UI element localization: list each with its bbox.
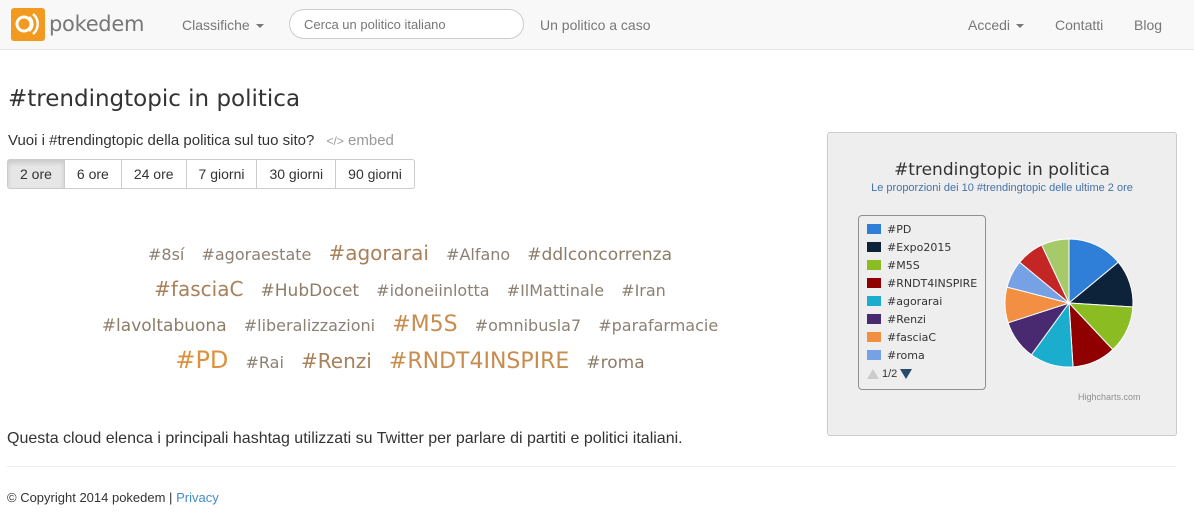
hashtag-link[interactable]: #agoraestate [201, 245, 311, 264]
random-politician-link[interactable]: Un politico a caso [540, 0, 651, 50]
time-filter-group: 2 ore 6 ore 24 ore 7 giorni 30 giorni 90 gior… [7, 159, 415, 189]
hashtag-link[interactable]: #Rai [246, 353, 284, 372]
legend-label: #agorarai [887, 294, 943, 308]
search-input[interactable] [289, 9, 524, 39]
legend-item[interactable]: #Renzi [867, 312, 926, 326]
page-title: #trendingtopic in politica [8, 86, 301, 112]
blog-link[interactable]: Blog [1134, 0, 1162, 50]
legend-label: #RNDT4INSPIRE [887, 276, 978, 290]
hashtag-link[interactable]: #Renzi [301, 349, 372, 373]
hashtag-link[interactable]: #ddlconcorrenza [527, 245, 672, 265]
accedi-label: Accedi [968, 17, 1011, 33]
hashtag-link[interactable]: #8sí [148, 245, 184, 264]
hashtag-link[interactable]: #M5S [392, 312, 457, 337]
embed-label: embed [348, 132, 394, 149]
legend-item[interactable]: #PD [867, 222, 911, 236]
legend-prev-icon[interactable] [867, 369, 879, 379]
legend-label: #fasciaC [887, 330, 937, 344]
hashtag-link[interactable]: #Iran [621, 281, 666, 300]
legend-label: #PD [887, 222, 912, 236]
hashtag-link[interactable]: #Alfano [446, 245, 510, 264]
code-icon: </> [326, 134, 344, 148]
tag-cloud: #8sí #agoraestate #agorarai #Alfano #ddl… [60, 236, 760, 380]
time-filter-button[interactable]: 90 giorni [335, 159, 415, 189]
legend-swatch [867, 278, 881, 288]
hashtag-link[interactable]: #liberalizzazioni [244, 316, 375, 335]
legend-swatch [867, 242, 881, 252]
hashtag-link[interactable]: #PD [175, 346, 228, 374]
brand-name: pokedem [49, 12, 145, 36]
accedi-dropdown[interactable]: Accedi [968, 0, 1025, 50]
embed-line: Vuoi i #trendingtopic della politica sul… [8, 132, 394, 149]
caret-down-icon [1016, 24, 1025, 29]
legend-swatch [867, 350, 881, 360]
legend-item[interactable]: #M5S [867, 258, 920, 272]
chart-subtitle: Le proporzioni dei 10 #trendingtopic del… [871, 182, 1133, 194]
navbar: pokedem Classifiche Un politico a caso A… [0, 0, 1194, 50]
hashtag-link[interactable]: #IlMattinale [507, 281, 604, 300]
embed-prompt: Vuoi i #trendingtopic della politica sul… [8, 132, 315, 149]
tag-cloud-row: #8sí #agoraestate #agorarai #Alfano #ddl… [60, 236, 760, 272]
footer: © Copyright 2014 pokedem | Privacy [7, 490, 219, 505]
caret-down-icon [255, 24, 264, 29]
tag-cloud-row: #lavoltabuona #liberalizzazioni #M5S #om… [60, 308, 760, 343]
legend-swatch [867, 314, 881, 324]
hashtag-link[interactable]: #fasciaC [154, 277, 243, 301]
time-filter-button[interactable]: 24 ore [120, 159, 187, 189]
time-filter-button[interactable]: 2 ore [7, 159, 65, 189]
legend-item[interactable]: #agorarai [867, 294, 942, 308]
legend-page: 1/2 [882, 368, 898, 380]
hashtag-link[interactable]: #RNDT4INSPIRE [389, 349, 569, 374]
legend-swatch [867, 296, 881, 306]
hashtag-link[interactable]: #omnibusla7 [475, 316, 581, 335]
legend-swatch [867, 224, 881, 234]
legend-pager: 1/2 [867, 368, 913, 380]
legend-swatch [867, 260, 881, 270]
hashtag-link[interactable]: #HubDocet [261, 281, 360, 301]
chart-legend: 1/2 #PD #Expo2015 #M5S #RNDT4INSPIRE #agorar… [858, 215, 986, 390]
tag-cloud-row: #fasciaC #HubDocet #idoneiinlotta #IlMat… [60, 272, 760, 308]
hashtag-link[interactable]: #parafarmacie [598, 316, 718, 335]
legend-label: #M5S [887, 258, 920, 272]
brand[interactable]: pokedem [11, 7, 144, 41]
chart-title: #trendingtopic in politica [894, 160, 1110, 180]
pokedem-logo-icon [11, 7, 45, 41]
legend-item[interactable]: #Expo2015 [867, 240, 951, 254]
hashtag-link[interactable]: #roma [586, 353, 644, 373]
cloud-description: Questa cloud elenca i principali hashtag… [7, 430, 683, 447]
hashtag-link[interactable]: #agorarai [328, 241, 428, 265]
legend-item[interactable]: #RNDT4INSPIRE [867, 276, 977, 290]
legend-next-icon[interactable] [900, 369, 913, 379]
legend-label: #Renzi [887, 312, 926, 326]
copyright: © Copyright 2014 pokedem | [7, 490, 173, 505]
legend-label: #Expo2015 [887, 240, 952, 254]
tag-cloud-row: #PD #Rai #Renzi #RNDT4INSPIRE #roma [60, 343, 760, 380]
classifiche-dropdown[interactable]: Classifiche [182, 0, 264, 50]
classifiche-label: Classifiche [182, 17, 250, 33]
legend-item[interactable]: #fasciaC [867, 330, 936, 344]
trending-chart-widget: #trendingtopic in politica Le proporzion… [827, 132, 1177, 436]
privacy-link[interactable]: Privacy [176, 490, 219, 505]
hashtag-link[interactable]: #idoneiinlotta [376, 281, 489, 300]
hashtag-link[interactable]: #lavoltabuona [102, 316, 227, 336]
chart-credits[interactable]: Highcharts.com [1078, 392, 1141, 402]
time-filter-button[interactable]: 30 giorni [256, 159, 337, 189]
legend-swatch [867, 332, 881, 342]
time-filter-button[interactable]: 7 giorni [185, 159, 258, 189]
legend-label: #roma [887, 348, 925, 362]
legend-item[interactable]: #roma [867, 348, 925, 362]
time-filter-button[interactable]: 6 ore [63, 159, 122, 189]
divider [7, 466, 1176, 467]
embed-link[interactable]: </> embed [326, 132, 393, 149]
contatti-link[interactable]: Contatti [1055, 0, 1103, 50]
